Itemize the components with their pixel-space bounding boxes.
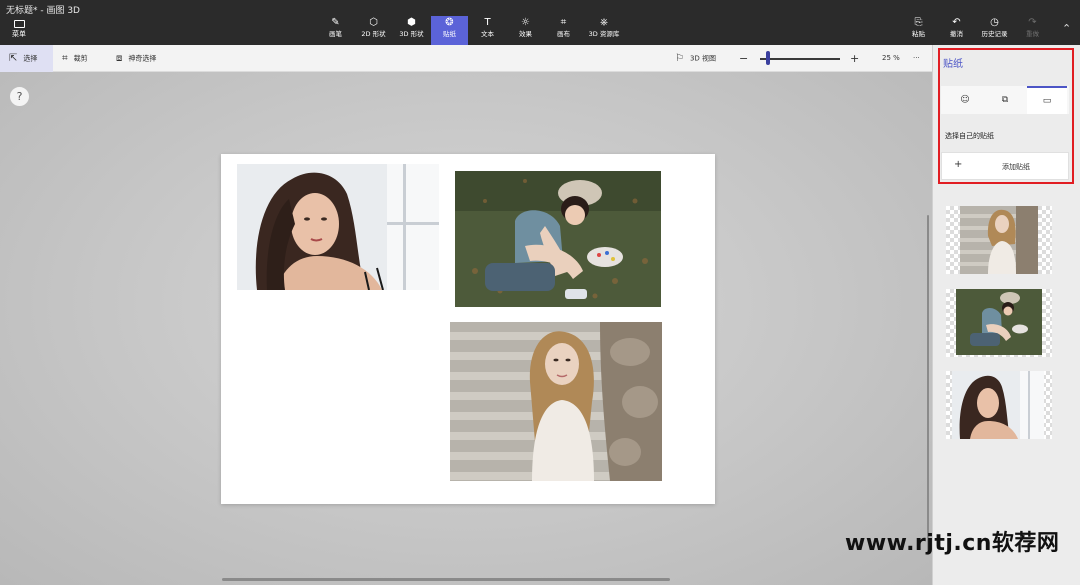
tool-label: 重做 bbox=[1026, 30, 1039, 38]
select-tool-button[interactable]: ⇱ 选择 bbox=[0, 45, 53, 72]
tool-brush[interactable]: ✎ 画笔 bbox=[317, 16, 354, 45]
tool-label: 3D 形状 bbox=[399, 30, 424, 38]
undo-button[interactable]: ↶ 撤消 bbox=[938, 16, 975, 45]
brush-icon: ✎ bbox=[331, 17, 340, 28]
sticker-icon: ❂ bbox=[445, 17, 454, 28]
history-button[interactable]: ◷ 历史记录 bbox=[976, 16, 1013, 45]
app-title: 无标题* - 画图 3D bbox=[6, 6, 80, 16]
effects-icon: ☼ bbox=[521, 17, 530, 28]
cursor-icon: ⇱ bbox=[9, 53, 18, 64]
tool-canvas[interactable]: ⌗ 画布 bbox=[545, 16, 582, 45]
help-button[interactable]: ? bbox=[9, 86, 30, 107]
horizontal-scrollbar[interactable] bbox=[222, 578, 670, 581]
more-options-button[interactable]: ··· bbox=[913, 45, 920, 72]
zoom-slider-track[interactable] bbox=[760, 58, 840, 60]
magic-select-icon: ⧈ bbox=[116, 53, 123, 64]
magic-select-button[interactable]: ⧈ 神奇选择 bbox=[116, 45, 156, 72]
paste-button[interactable]: ⎘ 粘贴 bbox=[900, 16, 937, 45]
watermark-text: www.rjtj.cn软荐网 bbox=[845, 531, 1060, 556]
zoom-out-button[interactable]: − bbox=[739, 45, 748, 72]
tool-3d-shapes[interactable]: ⬢ 3D 形状 bbox=[393, 16, 430, 45]
history-icon: ◷ bbox=[990, 17, 999, 28]
tool-label: 画布 bbox=[557, 30, 570, 38]
canvas-icon: ⌗ bbox=[560, 17, 567, 28]
shapes-2d-icon: ⬡ bbox=[369, 17, 378, 28]
crop-button[interactable]: ⌗ 裁剪 bbox=[62, 45, 88, 72]
text-icon: T bbox=[484, 17, 491, 28]
tool-label: 文本 bbox=[481, 30, 494, 38]
tool-stickers[interactable]: ❂ 贴纸 bbox=[431, 16, 468, 45]
zoom-slider-thumb[interactable] bbox=[766, 51, 770, 65]
sticker-photo-grass[interactable] bbox=[455, 171, 661, 307]
vertical-scrollbar[interactable] bbox=[927, 215, 929, 555]
tool-text[interactable]: T 文本 bbox=[469, 16, 506, 45]
magic-select-label: 神奇选择 bbox=[128, 54, 157, 63]
canvas-page[interactable] bbox=[221, 154, 715, 504]
menu-label: 菜单 bbox=[12, 30, 26, 38]
sticker-photo-steps[interactable] bbox=[450, 322, 662, 481]
sticker-thumbnail[interactable] bbox=[946, 371, 1052, 439]
tool-label: 历史记录 bbox=[981, 30, 1008, 38]
paste-icon: ⎘ bbox=[914, 17, 923, 28]
zoom-percent: 25 % bbox=[882, 54, 900, 62]
view-3d-label: 3D 视图 bbox=[689, 54, 717, 63]
tool-label: 3D 资源库 bbox=[588, 30, 620, 38]
tool-effects[interactable]: ☼ 效果 bbox=[507, 16, 544, 45]
cube-icon: ⬢ bbox=[407, 17, 416, 28]
tool-label: 撤消 bbox=[950, 30, 963, 38]
tool-label: 粘贴 bbox=[912, 30, 925, 38]
sticker-thumbnail[interactable] bbox=[946, 206, 1052, 274]
red-highlight-box bbox=[938, 48, 1074, 184]
zoom-in-button[interactable]: + bbox=[850, 45, 859, 72]
tool-label: 2D 形状 bbox=[361, 30, 386, 38]
tool-label: 贴纸 bbox=[443, 30, 456, 38]
crop-icon: ⌗ bbox=[62, 53, 68, 64]
redo-button[interactable]: ↷ 重做 bbox=[1014, 16, 1051, 45]
redo-icon: ↷ bbox=[1028, 17, 1037, 28]
select-label: 选择 bbox=[23, 54, 38, 63]
view-3d-button[interactable]: ⚐ 3D 视图 bbox=[675, 45, 716, 72]
menu-button[interactable]: 菜单 bbox=[0, 18, 38, 44]
sticker-thumbnail[interactable] bbox=[946, 289, 1052, 357]
sticker-photo-portrait[interactable] bbox=[237, 164, 439, 290]
tool-label: 画笔 bbox=[329, 30, 342, 38]
collapse-toolbar-icon[interactable]: ⌃ bbox=[1062, 22, 1072, 35]
folder-menu-icon bbox=[13, 20, 25, 28]
title-bar: 无标题* - 画图 3D 菜单 ✎ 画笔 ⬡ 2D 形状 ⬢ 3D 形状 ❂ 贴… bbox=[0, 0, 1080, 45]
undo-icon: ↶ bbox=[952, 17, 961, 28]
tool-label: 效果 bbox=[519, 30, 532, 38]
tool-3d-library[interactable]: ⎈ 3D 资源库 bbox=[583, 16, 625, 45]
flag-icon: ⚐ bbox=[675, 53, 684, 64]
tool-2d-shapes[interactable]: ⬡ 2D 形状 bbox=[355, 16, 392, 45]
crop-label: 裁剪 bbox=[73, 54, 88, 63]
library-3d-icon: ⎈ bbox=[600, 17, 608, 28]
